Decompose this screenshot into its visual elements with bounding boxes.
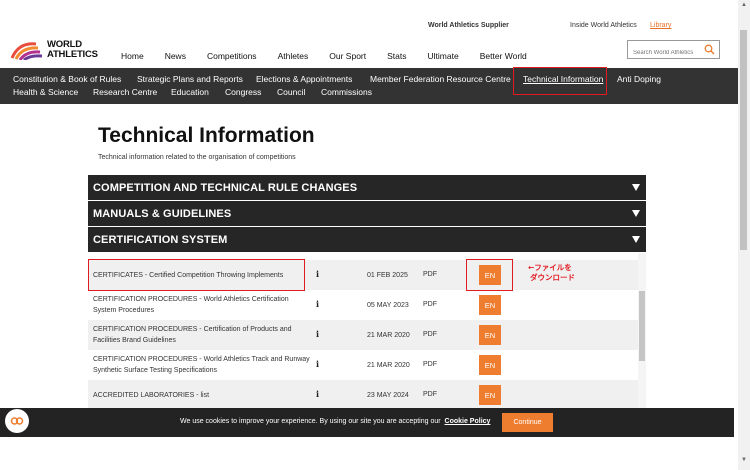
document-date: 21 MAR 2020	[367, 331, 410, 339]
table-row: CERTIFICATION PROCEDURES - World Athleti…	[88, 290, 638, 320]
table-scrollbar[interactable]	[638, 253, 646, 411]
download-en-button[interactable]: EN	[479, 385, 501, 405]
nav-ultimate[interactable]: Ultimate	[428, 51, 459, 61]
info-icon[interactable]: i	[316, 299, 319, 309]
info-icon[interactable]: i	[316, 359, 319, 369]
page-scrollbar[interactable]: ▲ ▼	[738, 0, 750, 470]
subnav-member-federation[interactable]: Member Federation Resource Centre	[370, 74, 511, 84]
document-name[interactable]: CERTIFICATION PROCEDURES - Certification…	[93, 320, 313, 350]
cookie-text: We use cookies to improve your experienc…	[180, 418, 441, 425]
table-row: CERTIFICATION PROCEDURES - Certification…	[88, 320, 638, 350]
sub-nav: Constitution & Book of Rules Strategic P…	[0, 68, 738, 104]
certificates-highlight	[88, 259, 305, 291]
world-athletics-logo[interactable]: WORLD ATHLETICS	[10, 40, 98, 60]
document-type: PDF	[423, 331, 437, 338]
nav-news[interactable]: News	[165, 51, 186, 61]
subnav-elections[interactable]: Elections & Appointments	[256, 74, 352, 84]
accordion-label: MANUALS & GUIDELINES	[93, 208, 232, 220]
inside-world-athletics-link[interactable]: Inside World Athletics	[570, 22, 637, 29]
subnav-congress[interactable]: Congress	[225, 87, 261, 97]
main-nav: Home News Competitions Athletes Our Spor…	[121, 51, 548, 61]
subnav-commissions[interactable]: Commissions	[321, 87, 372, 97]
logo-line-2: ATHLETICS	[47, 49, 98, 60]
caret-down-icon	[632, 184, 640, 191]
document-type: PDF	[423, 391, 437, 398]
nav-better-world[interactable]: Better World	[480, 51, 527, 61]
logo-wordmark: WORLD ATHLETICS	[47, 40, 98, 60]
search-input[interactable]	[628, 44, 700, 62]
supplier-link[interactable]: World Athletics Supplier	[428, 22, 509, 29]
accordion-label: CERTIFICATION SYSTEM	[93, 234, 228, 246]
caret-down-icon	[632, 236, 640, 243]
accordion-manuals[interactable]: MANUALS & GUIDELINES	[88, 201, 646, 226]
cookie-message: We use cookies to improve your experienc…	[180, 418, 490, 425]
info-icon[interactable]: i	[316, 329, 319, 339]
page-scrollbar-thumb[interactable]	[740, 30, 747, 250]
accordion-rule-changes[interactable]: COMPETITION AND TECHNICAL RULE CHANGES	[88, 175, 646, 200]
subnav-strategic-plans[interactable]: Strategic Plans and Reports	[137, 74, 243, 84]
scroll-up-icon[interactable]: ▲	[741, 2, 747, 8]
cookie-policy-link[interactable]: Cookie Policy	[445, 418, 491, 425]
document-name[interactable]: ACCREDITED LABORATORIES - list	[93, 380, 313, 410]
info-icon[interactable]: i	[316, 269, 319, 279]
nav-our-sport[interactable]: Our Sport	[329, 51, 366, 61]
document-type: PDF	[423, 301, 437, 308]
annotation-line-1: ←ファイルを	[528, 263, 572, 272]
en-button-highlight	[466, 259, 513, 291]
cookie-settings-icon[interactable]	[5, 409, 29, 433]
document-name[interactable]: CERTIFICATION PROCEDURES - World Athleti…	[93, 290, 313, 320]
download-annotation: ←ファイルを ダウンロード	[528, 263, 575, 283]
document-type: PDF	[423, 271, 437, 278]
search-icon[interactable]	[704, 44, 715, 55]
nav-athletes[interactable]: Athletes	[278, 51, 309, 61]
document-date: 21 MAR 2020	[367, 361, 410, 369]
top-strip: World Athletics Supplier Inside World At…	[0, 0, 750, 32]
document-date: 23 MAY 2024	[367, 391, 409, 399]
nav-stats[interactable]: Stats	[387, 51, 406, 61]
document-date: 05 MAY 2023	[367, 301, 409, 309]
site-header: WORLD ATHLETICS Home News Competitions A…	[0, 32, 738, 68]
subnav-council[interactable]: Council	[277, 87, 305, 97]
nav-competitions[interactable]: Competitions	[207, 51, 257, 61]
scroll-down-icon[interactable]: ▼	[741, 457, 747, 463]
nav-home[interactable]: Home	[121, 51, 144, 61]
info-icon[interactable]: i	[316, 389, 319, 399]
download-en-button[interactable]: EN	[479, 355, 501, 375]
subnav-health-science[interactable]: Health & Science	[13, 87, 78, 97]
caret-down-icon	[632, 210, 640, 217]
logo-arc-icon	[10, 42, 43, 60]
download-en-button[interactable]: EN	[479, 325, 501, 345]
cookie-banner: We use cookies to improve your experienc…	[0, 408, 734, 437]
document-type: PDF	[423, 361, 437, 368]
page-subtitle: Technical information related to the org…	[98, 154, 296, 161]
subnav-constitution[interactable]: Constitution & Book of Rules	[13, 74, 121, 84]
table-row: CERTIFICATION PROCEDURES - World Athleti…	[88, 350, 638, 380]
search-box	[627, 40, 720, 62]
continue-button[interactable]: Continue	[502, 413, 553, 432]
accordion-certification[interactable]: CERTIFICATION SYSTEM	[88, 227, 646, 252]
accordion-label: COMPETITION AND TECHNICAL RULE CHANGES	[93, 182, 358, 194]
document-name[interactable]: CERTIFICATION PROCEDURES - World Athleti…	[93, 350, 313, 380]
document-date: 01 FEB 2025	[367, 271, 408, 279]
library-link[interactable]: Library	[650, 22, 671, 29]
table-scrollbar-thumb[interactable]	[639, 291, 645, 361]
annotation-line-2: ダウンロード	[530, 273, 575, 282]
subnav-research-centre[interactable]: Research Centre	[93, 87, 157, 97]
download-en-button[interactable]: EN	[479, 295, 501, 315]
subnav-anti-doping[interactable]: Anti Doping	[617, 74, 661, 84]
cookie-glyph-icon	[10, 417, 24, 425]
technical-information-highlight	[513, 67, 607, 95]
subnav-education[interactable]: Education	[171, 87, 209, 97]
table-row: ACCREDITED LABORATORIES - list i 23 MAY …	[88, 380, 638, 410]
page-title: Technical Information	[98, 124, 315, 147]
